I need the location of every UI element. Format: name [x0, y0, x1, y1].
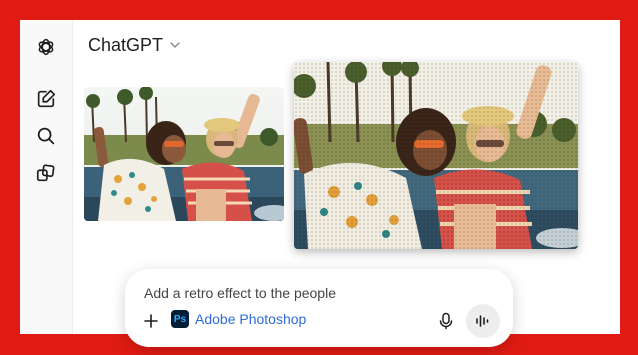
photoshop-logo-icon: Ps [171, 310, 189, 328]
prompt-composer[interactable]: Add a retro effect to the people Ps Adob… [125, 269, 513, 347]
chevron-down-icon [169, 35, 181, 56]
library-icon[interactable] [33, 160, 59, 186]
plus-icon[interactable] [141, 311, 161, 331]
search-icon[interactable] [33, 123, 59, 149]
app-title: ChatGPT [88, 35, 164, 55]
tool-label: Adobe Photoshop [195, 311, 307, 327]
retro-effect-photo[interactable] [294, 62, 578, 249]
microphone-icon[interactable] [436, 311, 456, 331]
model-selector[interactable]: ChatGPT [88, 35, 181, 56]
new-chat-icon[interactable] [33, 86, 59, 112]
voice-mode-button[interactable] [466, 304, 500, 338]
sidebar [20, 20, 73, 334]
prompt-input[interactable]: Add a retro effect to the people [144, 285, 336, 301]
original-photo[interactable] [84, 87, 284, 221]
openai-logo-icon[interactable] [33, 34, 59, 60]
waveform-icon [476, 315, 489, 327]
photoshop-tool-chip[interactable]: Ps Adobe Photoshop [171, 310, 306, 328]
